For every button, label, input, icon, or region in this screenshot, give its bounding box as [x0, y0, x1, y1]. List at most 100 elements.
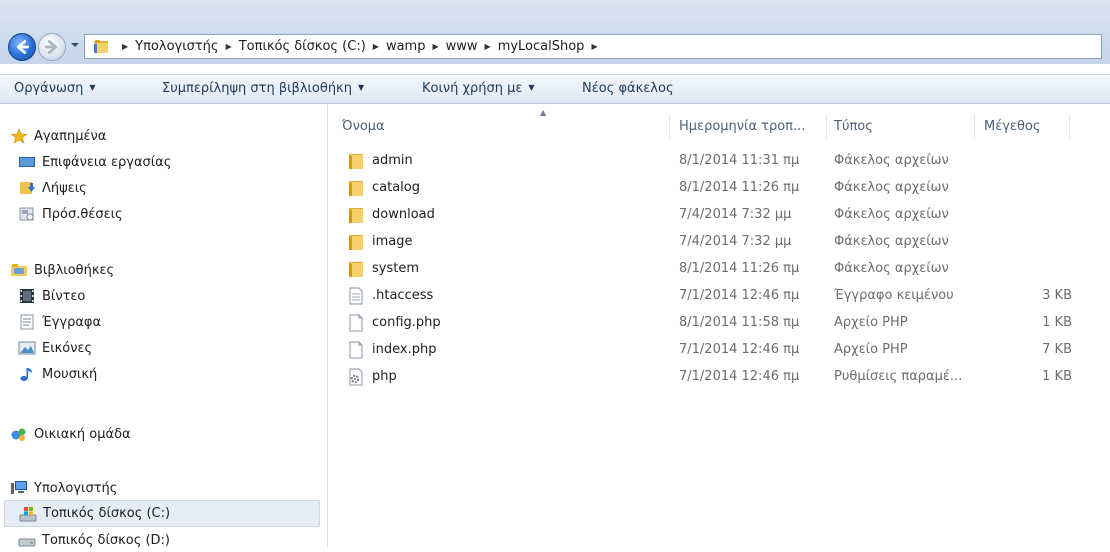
file-type: Φάκελος αρχείων — [834, 153, 949, 168]
folder-icon — [347, 152, 365, 170]
file-row[interactable]: image 7/4/2014 7:32 μμ Φάκελος αρχείων — [329, 229, 1110, 255]
music-note-icon — [20, 368, 32, 381]
recent-places-icon — [19, 207, 34, 221]
file-date: 7/4/2014 7:32 μμ — [679, 234, 792, 249]
file-name: .htaccess — [372, 288, 434, 303]
organize-label: Οργάνωση — [14, 81, 84, 96]
breadcrumb-computer[interactable]: Υπολογιστής — [135, 39, 218, 54]
chevron-down-icon: ▼ — [89, 83, 96, 92]
nav-label: Αγαπημένα — [34, 128, 107, 144]
file-date: 8/1/2014 11:58 πμ — [679, 315, 800, 330]
file-row[interactable]: system 8/1/2014 11:26 πμ Φάκελος αρχείων — [329, 256, 1110, 282]
video-icon — [20, 289, 34, 303]
command-bar: Οργάνωση ▼ Συμπερίληψη στη βιβλιοθήκη ▼ Κο… — [0, 74, 1110, 104]
nav-recent-places[interactable]: Πρόσ.θέσεις — [18, 202, 123, 226]
file-list: Όνομα Ημερομηνία τροπ... Τύπος Μέγεθος ▲… — [329, 104, 1110, 547]
nav-label: Βιβλιοθήκες — [34, 262, 115, 278]
pictures-icon — [18, 341, 36, 355]
nav-label: Έγγραφα — [42, 314, 102, 330]
folder-icon — [94, 40, 108, 53]
breadcrumb-disk-c[interactable]: Τοπικός δίσκος (C:) — [239, 39, 366, 54]
breadcrumb-separator-icon[interactable]: ▶ — [591, 42, 597, 51]
breadcrumb-separator-icon[interactable]: ▶ — [122, 42, 128, 51]
blank-file-icon — [347, 341, 365, 359]
back-button[interactable] — [8, 33, 36, 61]
file-row[interactable]: php 7/1/2014 12:46 πμ Ρυθμίσεις παραμέ... 1… — [329, 364, 1110, 390]
file-size: 3 KB — [1042, 288, 1072, 303]
nav-label: Τοπικός δίσκος (D:) — [42, 532, 171, 548]
nav-favorites[interactable]: Αγαπημένα — [10, 124, 106, 148]
file-type: Ρυθμίσεις παραμέ... — [834, 369, 963, 384]
file-row[interactable]: .htaccess 7/1/2014 12:46 πμ Έγγραφο κειμέν… — [329, 283, 1110, 309]
column-header-size[interactable]: Μέγεθος — [984, 119, 1041, 134]
nav-downloads[interactable]: Λήψεις — [18, 176, 87, 200]
breadcrumb-separator-icon[interactable]: ▶ — [485, 42, 491, 51]
chevron-down-icon: ▼ — [357, 83, 365, 92]
file-name: catalog — [372, 180, 420, 195]
back-arrow-icon — [16, 40, 29, 54]
file-row[interactable]: catalog 8/1/2014 11:26 πμ Φάκελος αρχείων — [329, 175, 1110, 201]
column-header-type[interactable]: Τύπος — [834, 119, 873, 134]
share-with-button[interactable]: Κοινή χρήση με ▼ — [422, 81, 535, 96]
include-in-library-button[interactable]: Συμπερίληψη στη βιβλιοθήκη ▼ — [162, 81, 364, 96]
drive-icon — [18, 538, 36, 547]
file-name: system — [372, 261, 419, 276]
file-date: 7/4/2014 7:32 μμ — [679, 207, 792, 222]
nav-disk-d[interactable]: Τοπικός δίσκος (D:) — [18, 528, 170, 552]
windows-drive-icon — [19, 506, 37, 521]
column-divider[interactable] — [669, 114, 670, 140]
documents-icon — [20, 314, 34, 330]
nav-computer[interactable]: Υπολογιστής — [10, 476, 117, 500]
nav-music[interactable]: Μουσική — [18, 362, 97, 386]
breadcrumb-separator-icon[interactable]: ▶ — [226, 42, 232, 51]
file-date: 8/1/2014 11:26 πμ — [679, 180, 800, 195]
navigation-pane: Αγαπημένα Επιφάνεια εργασίας Λήψεις Πρόσ… — [0, 104, 328, 548]
nav-homegroup[interactable]: Οικιακή ομάδα — [10, 422, 131, 446]
file-row[interactable]: config.php 8/1/2014 11:58 πμ Αρχείο PHP 1 K… — [329, 310, 1110, 336]
new-folder-button[interactable]: Νέος φάκελος — [582, 81, 674, 96]
breadcrumb-wamp[interactable]: wamp — [386, 39, 426, 54]
file-row[interactable]: admin 8/1/2014 11:31 πμ Φάκελος αρχείων — [329, 148, 1110, 174]
file-type: Αρχείο PHP — [834, 342, 908, 357]
recent-pages-dropdown-icon[interactable] — [69, 39, 81, 51]
organize-button[interactable]: Οργάνωση ▼ — [14, 81, 96, 96]
nav-documents[interactable]: Έγγραφα — [18, 310, 101, 334]
breadcrumb-mylocalshop[interactable]: myLocalShop — [498, 39, 585, 54]
breadcrumb-separator-icon[interactable]: ▶ — [373, 42, 379, 51]
nav-label: Οικιακή ομάδα — [34, 426, 131, 442]
breadcrumb-www[interactable]: www — [446, 39, 478, 54]
nav-videos[interactable]: Βίντεο — [18, 284, 85, 308]
column-divider[interactable] — [826, 114, 827, 140]
nav-label: Εικόνες — [42, 340, 93, 356]
file-size: 1 KB — [1042, 369, 1072, 384]
share-with-label: Κοινή χρήση με — [422, 81, 523, 96]
new-folder-label: Νέος φάκελος — [582, 81, 674, 96]
file-date: 7/1/2014 12:46 πμ — [679, 369, 800, 384]
column-header-date[interactable]: Ημερομηνία τροπ... — [679, 119, 805, 134]
file-size: 1 KB — [1042, 315, 1072, 330]
folder-icon — [347, 233, 365, 251]
folder-icon — [347, 179, 365, 197]
breadcrumb-separator-icon[interactable]: ▶ — [432, 42, 438, 51]
include-in-library-label: Συμπερίληψη στη βιβλιοθήκη — [162, 81, 352, 96]
nav-pictures[interactable]: Εικόνες — [18, 336, 92, 360]
column-divider[interactable] — [974, 114, 975, 140]
file-row[interactable]: index.php 7/1/2014 12:46 πμ Αρχείο PHP 7 KB — [329, 337, 1110, 363]
star-icon — [10, 128, 28, 144]
file-row[interactable]: download 7/4/2014 7:32 μμ Φάκελος αρχείων — [329, 202, 1110, 228]
file-date: 8/1/2014 11:31 πμ — [679, 153, 800, 168]
file-type: Φάκελος αρχείων — [834, 261, 949, 276]
nav-label: Τοπικός δίσκος (C:) — [43, 506, 171, 521]
desktop-icon — [19, 157, 35, 167]
forward-button[interactable] — [38, 33, 66, 61]
libraries-icon — [11, 264, 27, 276]
nav-label: Μουσική — [42, 366, 98, 382]
column-divider[interactable] — [1069, 114, 1070, 140]
file-name: image — [372, 234, 413, 249]
nav-desktop[interactable]: Επιφάνεια εργασίας — [18, 150, 171, 174]
nav-libraries[interactable]: Βιβλιοθήκες — [10, 258, 114, 282]
nav-disk-c[interactable]: Τοπικός δίσκος (C:) — [4, 500, 320, 527]
downloads-folder-icon — [20, 182, 35, 194]
column-header-name[interactable]: Όνομα — [342, 119, 385, 134]
address-field[interactable]: ▶ Υπολογιστής ▶ Τοπικός δίσκος (C:) ▶ wa… — [84, 34, 1102, 59]
